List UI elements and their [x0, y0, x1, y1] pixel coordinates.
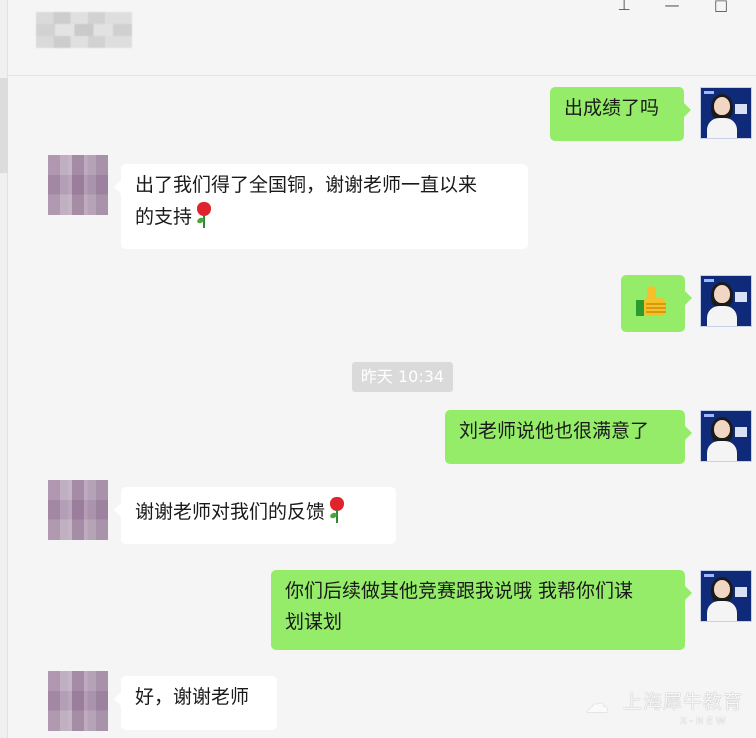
message-text: 好，谢谢老师 — [135, 686, 250, 708]
message-text: 你们后续做其他竞赛跟我说哦 我帮你们谋 — [285, 580, 634, 602]
my-avatar[interactable] — [700, 87, 752, 139]
title-bar: ⊥ — □ — [8, 0, 756, 76]
chat-window: ⊥ — □ 出成绩了吗 出了我们得了全国铜，谢谢老师一直以来 的支持 昨天 10… — [0, 0, 756, 738]
message-bubble-incoming[interactable]: 好，谢谢老师 — [114, 676, 277, 730]
message-row: 出了我们得了全国铜，谢谢老师一直以来 的支持 — [8, 155, 756, 255]
message-text: 刘老师说他也很满意了 — [459, 420, 650, 442]
timestamp: 昨天 10:34 — [352, 362, 453, 392]
sidebar-edge — [0, 0, 8, 738]
message-text: 划谋划 — [285, 611, 343, 633]
message-row — [8, 275, 756, 335]
message-text: 出成绩了吗 — [564, 97, 660, 119]
message-bubble-outgoing[interactable]: 出成绩了吗 — [550, 87, 691, 141]
message-text: 出了我们得了全国铜，谢谢老师一直以来 — [135, 174, 478, 196]
thumbs-up-icon — [636, 286, 670, 318]
pin-icon[interactable]: ⊥ — [612, 0, 636, 14]
scroll-thumb[interactable] — [0, 78, 8, 173]
message-row: 刘老师说他也很满意了 — [8, 410, 756, 466]
maximize-icon[interactable]: □ — [709, 0, 733, 14]
contact-avatar[interactable] — [48, 671, 108, 731]
my-avatar[interactable] — [700, 570, 752, 622]
message-bubble-outgoing[interactable]: 刘老师说他也很满意了 — [445, 410, 692, 464]
my-avatar[interactable] — [700, 410, 752, 462]
message-row: 出成绩了吗 — [8, 87, 756, 143]
minimize-icon[interactable]: — — [660, 0, 684, 14]
message-text: 谢谢老师对我们的反馈 — [135, 501, 326, 523]
contact-name-blurred — [36, 12, 132, 48]
contact-avatar[interactable] — [48, 480, 108, 540]
message-bubble-incoming[interactable]: 谢谢老师对我们的反馈 — [114, 487, 396, 544]
message-text: 的支持 — [135, 206, 193, 228]
contact-avatar[interactable] — [48, 155, 108, 215]
message-list[interactable]: 出成绩了吗 出了我们得了全国铜，谢谢老师一直以来 的支持 昨天 10:34 刘老… — [8, 77, 756, 738]
rose-icon — [194, 201, 214, 229]
rose-icon — [327, 496, 347, 524]
message-row: 谢谢老师对我们的反馈 — [8, 480, 756, 550]
message-row: 你们后续做其他竞赛跟我说哦 我帮你们谋 划谋划 — [8, 570, 756, 652]
message-row: 好，谢谢老师 — [8, 671, 756, 738]
message-bubble-outgoing[interactable]: 你们后续做其他竞赛跟我说哦 我帮你们谋 划谋划 — [271, 570, 692, 650]
my-avatar[interactable] — [700, 275, 752, 327]
message-bubble-outgoing[interactable] — [621, 275, 692, 332]
message-bubble-incoming[interactable]: 出了我们得了全国铜，谢谢老师一直以来 的支持 — [114, 164, 528, 249]
